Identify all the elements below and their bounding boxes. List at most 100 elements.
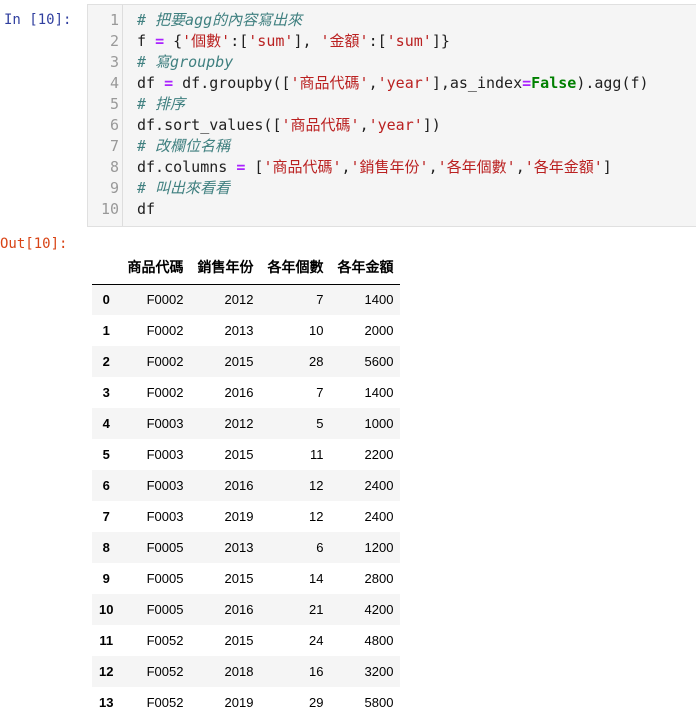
code-token: ], [293, 32, 321, 50]
cell-yearly-count: 10 [309, 323, 324, 338]
cell-sales-year: 2018 [224, 664, 254, 679]
cell-yearly-count: 24 [309, 633, 324, 648]
cell-product-code: F0052 [146, 664, 184, 679]
code-token: , [359, 116, 369, 134]
cell-yearly-count: 14 [309, 571, 324, 586]
code-token: :[ [230, 32, 249, 50]
code-token: [ [245, 158, 264, 176]
table-header-row: 商品代碼 銷售年份 各年個數 各年金額 [92, 250, 401, 285]
cell-yearly-amount: 4200 [364, 602, 394, 617]
column-header-yearly-count: 各年個數 [260, 250, 331, 285]
table-row: 2 F0002 2015 28 5600 [92, 346, 401, 377]
code-token: = [164, 74, 174, 92]
code-token: # 把要agg的內容寫出來 [137, 11, 303, 29]
line-number: 9 [109, 179, 119, 197]
cell-sales-year: 2016 [224, 602, 254, 617]
cell-product-code: F0052 [146, 633, 184, 648]
table-row: 3 F0002 2016 7 1400 [92, 377, 400, 408]
row-index: 8 [102, 540, 110, 555]
cell-product-code: F0002 [146, 354, 184, 369]
cell-yearly-count: 7 [316, 292, 324, 308]
row-index: 9 [102, 571, 110, 586]
cell-yearly-count: 12 [309, 478, 324, 493]
code-token: df.columns [137, 158, 237, 176]
cell-yearly-count: 16 [309, 664, 324, 679]
code-token: '各年金額' [524, 158, 603, 176]
cell-yearly-count: 12 [309, 509, 324, 524]
table-row: 1 F0002 2013 10 2000 [92, 315, 400, 346]
code-token: f [137, 32, 156, 50]
cell-product-code: F0005 [146, 602, 184, 617]
cell-yearly-count: 7 [316, 385, 324, 400]
code-line: 6 df.sort_values(['商品代碼','year']) [88, 115, 696, 136]
index-header [92, 250, 121, 285]
line-number: 10 [100, 200, 119, 218]
cell-yearly-amount: 3200 [364, 664, 394, 679]
code-text: df.columns = ['商品代碼','銷售年份','各年個數','各年金額… [137, 157, 612, 178]
line-number: 4 [109, 74, 119, 92]
code-token: { [164, 32, 183, 50]
input-prompt: In [10]: [4, 12, 72, 28]
cell-product-code: F0002 [146, 323, 184, 338]
code-token: # 改欄位名稱 [137, 137, 231, 155]
cell-yearly-amount: 1200 [364, 540, 394, 555]
cell-sales-year: 2019 [224, 509, 254, 524]
table-row: 0 F0002 2012 7 1400 [92, 284, 401, 315]
code-token: df [137, 74, 165, 92]
column-header-sales-year: 銷售年份 [190, 250, 261, 285]
code-line: 7 # 改欄位名稱 [88, 136, 696, 157]
cell-yearly-count: 5 [316, 416, 324, 431]
code-text: f = {'個數':['sum'], '金額':['sum']} [137, 31, 450, 52]
code-line: 4 df = df.groupby(['商品代碼','year'],as_inde… [88, 73, 696, 94]
code-text: # 排序 [137, 94, 185, 115]
code-text: # 叫出來看看 [137, 178, 230, 199]
row-index: 7 [102, 509, 110, 524]
output-prompt: Out[10]: [0, 236, 68, 252]
code-token: 'sum' [386, 32, 432, 50]
code-line: 8 df.columns = ['商品代碼','銷售年份','各年個數','各年金… [88, 157, 696, 178]
code-line: 5 # 排序 [88, 94, 696, 115]
cell-sales-year: 2013 [224, 540, 254, 555]
table-row: 11 F0052 2015 24 4800 [92, 625, 400, 656]
code-token: ] [602, 158, 612, 176]
cell-product-code: F0003 [146, 478, 184, 493]
table-row: 6 F0003 2016 12 2400 [92, 470, 401, 501]
code-text: # 把要agg的內容寫出來 [137, 10, 302, 31]
row-index: 3 [102, 385, 110, 400]
code-cell-editor[interactable]: 1 # 把要agg的內容寫出來 2 f = {'個數':['sum'], '金額':[… [87, 4, 696, 227]
code-token: '商品代碼' [290, 74, 369, 92]
table-row: 10 F0005 2016 21 4200 [92, 594, 401, 625]
table-row: 12 F0052 2018 16 3200 [92, 656, 401, 687]
table-row: 7 F0003 2019 12 2400 [92, 501, 400, 532]
code-token: df [137, 200, 156, 218]
cell-product-code: F0005 [146, 571, 184, 586]
column-header-yearly-amount: 各年金額 [330, 250, 401, 285]
code-token: '商品代碼' [281, 116, 360, 134]
row-index: 5 [102, 447, 110, 462]
code-token: # 叫出來看看 [137, 179, 231, 197]
code-token: '銷售年份' [350, 158, 429, 176]
cell-yearly-count: 11 [309, 447, 324, 462]
code-token: :[ [368, 32, 387, 50]
cell-sales-year: 2016 [224, 385, 254, 400]
cell-product-code: F0003 [146, 509, 184, 524]
cell-yearly-amount: 4800 [364, 633, 394, 648]
code-token: , [341, 158, 351, 176]
code-token: ]} [431, 32, 450, 50]
cell-sales-year: 2016 [224, 478, 254, 493]
code-token: ).agg(f) [576, 74, 649, 92]
cell-yearly-amount: 1400 [364, 385, 394, 400]
line-number: 8 [109, 158, 119, 176]
cell-product-code: F0002 [146, 385, 184, 400]
code-token: '商品代碼' [263, 158, 342, 176]
code-token: '個數' [182, 32, 231, 50]
code-token: , [515, 158, 525, 176]
code-line: 10 df [88, 199, 696, 220]
code-token: , [428, 158, 438, 176]
line-number: 3 [109, 53, 119, 71]
cell-product-code: F0003 [146, 447, 184, 462]
cell-yearly-amount: 2400 [364, 478, 394, 493]
code-text: df.sort_values(['商品代碼','year']) [137, 115, 441, 136]
code-token: ]) [422, 116, 441, 134]
cell-sales-year: 2015 [224, 571, 254, 586]
